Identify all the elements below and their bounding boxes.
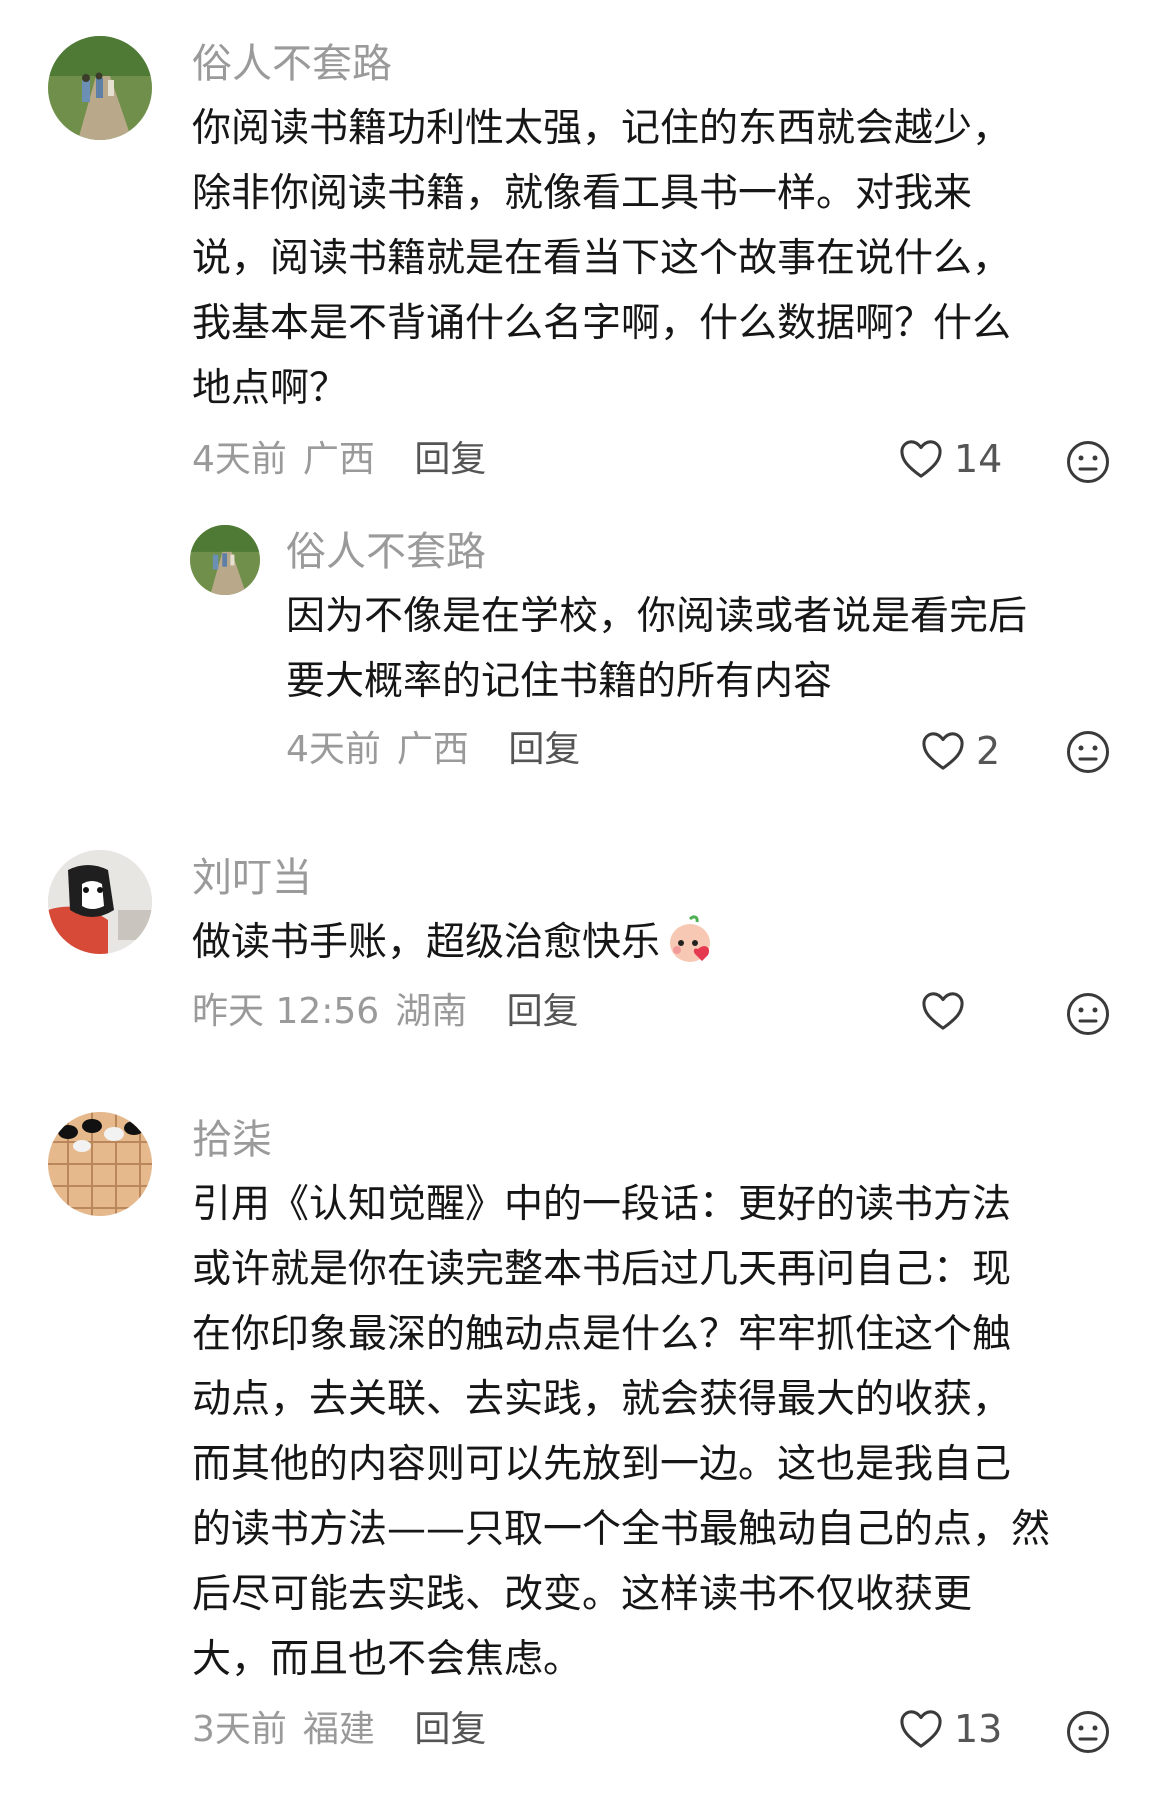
neutral-face-icon[interactable] xyxy=(1066,440,1110,484)
reply-button[interactable]: 回复 xyxy=(507,991,579,1032)
baby-face-emoji xyxy=(670,915,711,962)
comment-text: 你阅读书籍功利性太强，记住的东西就会越少， 除非你阅读书籍，就像看工具书一样。对… xyxy=(192,96,1011,421)
username[interactable]: 俗人不套路 xyxy=(286,532,486,572)
like-button[interactable]: 14 xyxy=(898,438,1002,480)
comment-line-text: 做读书手账，超级治愈快乐 xyxy=(192,920,661,965)
location: 广西 xyxy=(302,439,375,480)
comment-text: 引用《认知觉醒》中的一段话：更好的读书方法 或许就是你在读完整本书后过几天再问自… xyxy=(192,1172,1050,1692)
like-count: 13 xyxy=(954,1707,1003,1751)
heart-outline-icon xyxy=(922,732,964,770)
comment-line: 你阅读书籍功利性太强，记住的东西就会越少， xyxy=(192,106,1012,151)
comment-line: 或许就是你在读完整本书后过几天再问自己：现 xyxy=(192,1247,1012,1292)
comment-meta: 4天前 广西 回复 xyxy=(192,442,486,478)
neutral-face-icon[interactable] xyxy=(1066,992,1110,1036)
neutral-face-icon[interactable] xyxy=(1066,730,1110,774)
comment-line: 而其他的内容则可以先放到一边。这也是我自己 xyxy=(192,1442,1012,1487)
username[interactable]: 刘叮当 xyxy=(192,858,312,898)
comment-meta: 昨天 12:56 湖南 回复 xyxy=(192,994,579,1030)
username[interactable]: 俗人不套路 xyxy=(192,44,392,84)
like-count: 2 xyxy=(976,729,1001,773)
comment-line: 要大概率的记住书籍的所有内容 xyxy=(286,659,833,704)
comment-line: 后尽可能去实践、改变。这样读书不仅收获更 xyxy=(192,1572,973,1617)
avatar[interactable] xyxy=(48,36,152,140)
timestamp: 4天前 xyxy=(192,439,287,480)
comment-line: 做读书手账，超级治愈快乐 xyxy=(192,910,716,975)
comment-line: 的读书方法——只取一个全书最触动自己的点，然 xyxy=(192,1507,1051,1552)
like-button[interactable]: 2 xyxy=(920,730,1000,772)
like-button[interactable]: 13 xyxy=(898,1708,1002,1750)
location: 湖南 xyxy=(395,991,468,1032)
reply-button[interactable]: 回复 xyxy=(414,439,486,480)
like-button[interactable] xyxy=(920,990,976,1032)
neutral-face-icon[interactable] xyxy=(1066,1710,1110,1754)
comment-text: 因为不像是在学校，你阅读或者说是看完后 要大概率的记住书籍的所有内容 xyxy=(286,584,1027,714)
comment-line: 说，阅读书籍就是在看当下这个故事在说什么， xyxy=(192,236,1012,281)
timestamp: 4天前 xyxy=(286,729,381,770)
reply-button[interactable]: 回复 xyxy=(508,729,580,770)
avatar[interactable] xyxy=(190,525,260,595)
location: 福建 xyxy=(302,1709,375,1750)
reply-button[interactable]: 回复 xyxy=(414,1709,486,1750)
comment-line: 因为不像是在学校，你阅读或者说是看完后 xyxy=(286,594,1028,639)
avatar[interactable] xyxy=(48,850,152,954)
location: 广西 xyxy=(396,729,469,770)
heart-outline-icon xyxy=(922,992,964,1030)
timestamp: 3天前 xyxy=(192,1709,287,1750)
like-count: 14 xyxy=(954,437,1003,481)
comment-line: 除非你阅读书籍，就像看工具书一样。对我来 xyxy=(192,171,973,216)
heart-outline-icon xyxy=(900,1710,942,1748)
comment-line: 大，而且也不会焦虑。 xyxy=(192,1637,583,1682)
comment-line: 动点，去关联、去实践，就会获得最大的收获， xyxy=(192,1377,1012,1422)
comment-meta: 4天前 广西 回复 xyxy=(286,732,580,768)
comment-line: 引用《认知觉醒》中的一段话：更好的读书方法 xyxy=(192,1182,1012,1227)
comment-text: 做读书手账，超级治愈快乐 xyxy=(192,910,716,975)
avatar[interactable] xyxy=(48,1112,152,1216)
username[interactable]: 拾柒 xyxy=(192,1120,272,1160)
comment-line: 我基本是不背诵什么名字啊，什么数据啊？什么 xyxy=(192,301,1012,346)
timestamp: 昨天 12:56 xyxy=(192,991,380,1032)
comment-line: 在你印象最深的触动点是什么？牢牢抓住这个触 xyxy=(192,1312,1012,1357)
heart-outline-icon xyxy=(900,440,942,478)
comment-meta: 3天前 福建 回复 xyxy=(192,1712,486,1748)
comment-line: 地点啊？ xyxy=(192,366,349,411)
